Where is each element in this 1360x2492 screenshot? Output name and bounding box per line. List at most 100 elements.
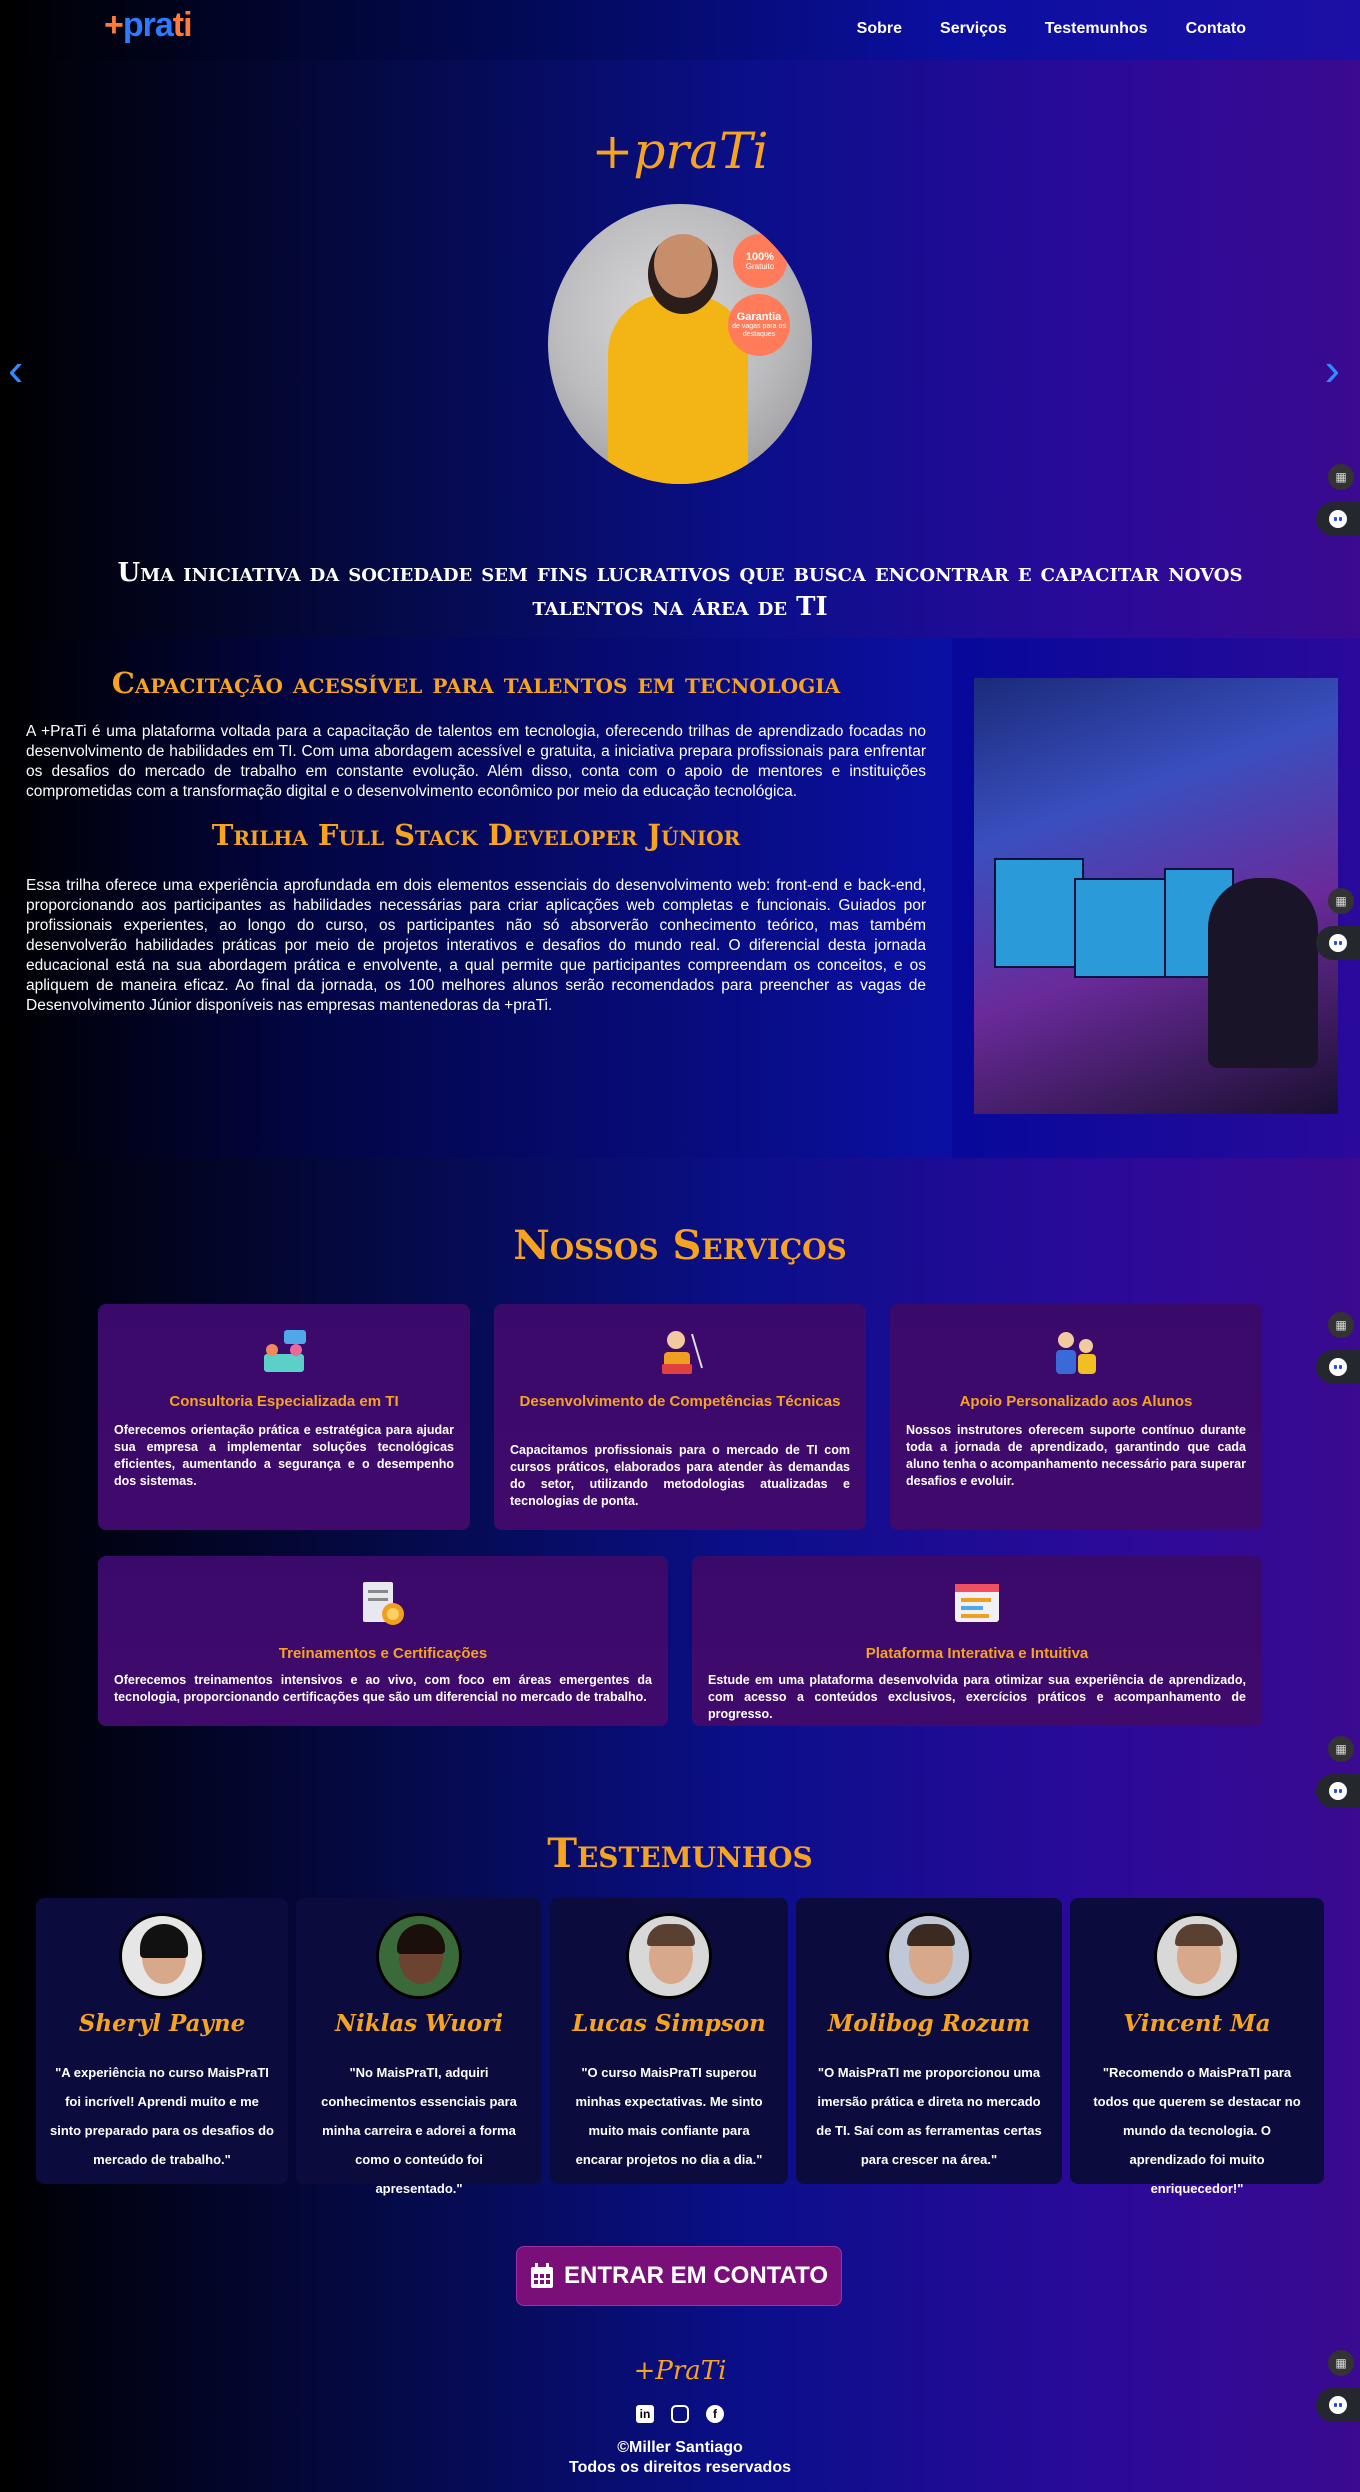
chatbot-icon[interactable] — [1316, 926, 1360, 960]
free-badge-text: Gratuito — [745, 261, 775, 271]
chatbot-icon[interactable] — [1316, 502, 1360, 536]
apps-grid-icon[interactable]: ▦ — [1328, 1736, 1354, 1762]
contact-button[interactable]: ENTRAR EM CONTATO — [516, 2246, 842, 2306]
footer-text: ©Miller Santiago Todos os direitos reser… — [0, 2438, 1360, 2478]
instagram-icon[interactable] — [671, 2405, 689, 2423]
chatbot-icon[interactable] — [1316, 2388, 1360, 2422]
developer-image — [974, 678, 1338, 1114]
service-title: Desenvolvimento de Competências Técnicas — [519, 1393, 841, 1410]
facebook-icon[interactable]: f — [706, 2405, 724, 2423]
certificate-icon — [363, 1582, 404, 1625]
hero-title: +praTi — [591, 122, 769, 180]
testimonial-name: Sheryl Payne — [78, 2010, 246, 2037]
testimonials-title: Testemunhos — [547, 1830, 813, 1877]
about-section: Capacitação acessível para talentos em t… — [0, 638, 1360, 1158]
testimonial-card: Niklas Wuori "No MaisPraTI, adquiri conh… — [296, 1898, 542, 2196]
hero-carousel: +praTi ‹ 100% Gratuito Garantia de vagas p… — [0, 60, 1360, 657]
mentor-icon — [1056, 1332, 1096, 1374]
service-title: Apoio Personalizado aos Alunos — [959, 1393, 1193, 1410]
hero-image: 100% Gratuito Garantia de vagas para os de… — [548, 204, 812, 484]
floating-widget: ▦ — [1316, 888, 1360, 960]
free-badge: 100% Gratuito — [733, 234, 787, 288]
apps-grid-icon[interactable]: ▦ — [1328, 2350, 1354, 2376]
developer-figure — [1208, 878, 1318, 1068]
guarantee-badge: Garantia de vagas para os destaques — [728, 294, 790, 356]
track-title: Trilha Full Stack Developer Júnior — [211, 818, 741, 852]
testimonial-text: "A experiência no curso MaisPraTI foi in… — [50, 2065, 274, 2167]
service-text: Estude em uma plataforma desenvolvida pa… — [708, 1673, 1246, 1721]
student-head — [648, 234, 718, 314]
free-badge-number: 100% — [745, 250, 775, 263]
chatbot-icon[interactable] — [1316, 1350, 1360, 1384]
services-title: Nossos Serviços — [513, 1222, 847, 1269]
service-text: Capacitamos profissionais para o mercado… — [510, 1443, 850, 1508]
nav-servicos[interactable]: Serviços — [940, 20, 1007, 38]
floating-widget: ▦ — [1316, 464, 1360, 536]
social-links: in f — [0, 2405, 1360, 2423]
testimonial-text: "O MaisPraTI me proporcionou uma imersão… — [816, 2065, 1042, 2167]
testimonial-text: "No MaisPraTI, adquiri conhecimentos ess… — [321, 2065, 517, 2196]
avatar — [119, 1913, 205, 1999]
service-card: Desenvolvimento de Competências Técnicas… — [494, 1304, 866, 1530]
chatbot-icon[interactable] — [1316, 1774, 1360, 1808]
testimonial-name: Vincent Ma — [1123, 2010, 1271, 2037]
logo-pra: pra — [122, 6, 174, 44]
about-image-panel — [952, 638, 1360, 1158]
testimonial-name: Niklas Wuori — [334, 2010, 504, 2037]
testimonial-card: Molibog Rozum "O MaisPraTI me proporcion… — [796, 1898, 1062, 2184]
floating-widget: ▦ — [1316, 1312, 1360, 1384]
site-header: +prati Sobre Serviços Testemunhos Contat… — [0, 0, 1360, 60]
testimonial-name: Lucas Simpson — [572, 2010, 766, 2037]
testimonial-card: Vincent Ma "Recomendo o MaisPraTI para t… — [1070, 1898, 1324, 2196]
service-title: Consultoria Especializada em TI — [169, 1393, 399, 1410]
avatar — [1154, 1913, 1240, 1999]
service-title: Plataforma Interativa e Intuitiva — [865, 1645, 1089, 1662]
apps-grid-icon[interactable]: ▦ — [1328, 888, 1354, 914]
floating-widget: ▦ — [1316, 2350, 1360, 2422]
floating-widget: ▦ — [1316, 1736, 1360, 1808]
rights-reserved: Todos os direitos reservados — [569, 2459, 791, 2476]
apps-grid-icon[interactable]: ▦ — [1328, 1312, 1354, 1338]
avatar — [626, 1913, 712, 1999]
about-paragraph: A +PraTi é uma plataforma voltada para a… — [26, 723, 926, 800]
teacher-icon — [662, 1331, 703, 1374]
service-text: Nossos instrutores oferecem suporte cont… — [906, 1423, 1246, 1488]
testimonial-card: Lucas Simpson "O curso MaisPraTI superou… — [550, 1898, 788, 2184]
monitor-left — [994, 858, 1084, 968]
apps-grid-icon[interactable]: ▦ — [1328, 464, 1354, 490]
avatar — [886, 1913, 972, 1999]
service-text: Oferecemos treinamentos intensivos e ao … — [114, 1673, 652, 1704]
about-text-panel: Capacitação acessível para talentos em t… — [0, 638, 952, 1158]
service-text: Oferecemos orientação prática e estratég… — [114, 1423, 454, 1488]
linkedin-icon[interactable]: in — [636, 2405, 654, 2423]
testimonial-card: Sheryl Payne "A experiência no curso Mai… — [36, 1898, 288, 2184]
nav-testemunhos[interactable]: Testemunhos — [1045, 20, 1148, 38]
track-paragraph: Essa trilha oferece uma experiência apro… — [26, 877, 926, 1014]
guarantee-badge-title: Garantia — [736, 311, 782, 324]
testimonial-name: Molibog Rozum — [827, 2010, 1031, 2037]
student-figure — [608, 294, 748, 484]
copyright: ©Miller Santiago — [617, 2439, 743, 2456]
platform-icon — [955, 1584, 999, 1622]
carousel-next-arrow-icon[interactable]: › — [1325, 342, 1340, 396]
avatar — [376, 1913, 462, 1999]
main-nav: Sobre Serviços Testemunhos Contato — [857, 20, 1246, 38]
testimonial-text: "O curso MaisPraTI superou minhas expect… — [575, 2065, 763, 2167]
service-card: Apoio Personalizado aos Alunos Nossos in… — [890, 1304, 1262, 1530]
footer-brand: +PraTi — [633, 2356, 727, 2386]
logo-plus: + — [104, 6, 124, 44]
guarantee-badge-text: de vagas para os destaques — [732, 323, 786, 339]
hero-subtitle: Uma iniciativa da sociedade sem fins luc… — [117, 558, 1243, 622]
logo[interactable]: +prati — [104, 6, 193, 45]
carousel-prev-arrow-icon[interactable]: ‹ — [8, 342, 23, 396]
contact-button-label: ENTRAR EM CONTATO — [564, 2262, 828, 2289]
nav-sobre[interactable]: Sobre — [857, 20, 902, 38]
service-title: Treinamentos e Certificações — [278, 1645, 488, 1662]
service-card: Plataforma Interativa e Intuitiva Estude… — [692, 1556, 1262, 1726]
service-card: Treinamentos e Certificações Oferecemos … — [98, 1556, 668, 1726]
about-title: Capacitação acessível para talentos em t… — [111, 666, 841, 700]
consulting-icon — [264, 1330, 306, 1372]
nav-contato[interactable]: Contato — [1186, 20, 1246, 38]
calendar-icon — [531, 2263, 553, 2288]
service-card: Consultoria Especializada em TI Oferecem… — [98, 1304, 470, 1530]
